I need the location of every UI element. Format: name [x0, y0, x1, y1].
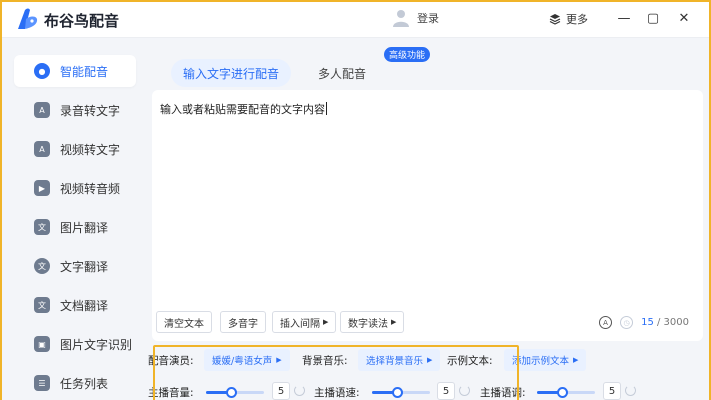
sidebar-item-audio-to-text[interactable]: A 录音转文字	[14, 94, 136, 126]
sample-label: 示例文本:	[447, 355, 493, 367]
char-count-max: / 3000	[657, 317, 689, 328]
tab-text-dub[interactable]: 输入文字进行配音	[171, 59, 292, 87]
maximize-icon: ▢	[646, 10, 660, 26]
video-to-audio-icon: ▶	[34, 180, 50, 196]
text-editor[interactable]: 输入或者粘贴需要配音的文字内容 清空文本 多音字 插入间隔 ▶ 数字读法 ▶ A…	[152, 90, 703, 341]
sidebar-item-label: 视频转音频	[60, 181, 121, 196]
text-caret	[326, 102, 327, 115]
reset-icon[interactable]	[459, 385, 470, 396]
pitch-label: 主播语调:	[480, 387, 526, 399]
a-circle-icon[interactable]: A	[599, 316, 612, 329]
maximize-button[interactable]: ▢	[645, 10, 661, 26]
pitch-slider-knob[interactable]	[557, 387, 568, 398]
sidebar-item-label: 文档翻译	[60, 298, 109, 313]
voice-select[interactable]: 媛媛/粤语女声 ▶	[204, 349, 290, 371]
sidebar-item-label: 录音转文字	[60, 103, 121, 118]
minimize-button[interactable]: —	[616, 10, 632, 26]
sidebar-item-label: 任务列表	[60, 376, 109, 391]
sample-select[interactable]: 添加示例文本 ▶	[504, 349, 587, 371]
sidebar-item-ocr[interactable]: ▣ 图片文字识别	[14, 328, 136, 360]
sidebar-item-label: 智能配音	[60, 64, 109, 79]
volume-value[interactable]: 5	[272, 382, 290, 400]
close-button[interactable]: ✕	[676, 10, 692, 26]
minimize-icon: —	[617, 10, 631, 26]
clear-text-button[interactable]: 清空文本	[156, 311, 212, 333]
char-counter: 15 / 3000	[641, 317, 689, 328]
caret-right-icon: ▶	[323, 318, 329, 326]
speed-value[interactable]: 5	[437, 382, 455, 400]
sidebar-item-label: 图片文字识别	[60, 337, 133, 352]
text-translate-icon: 文	[34, 258, 50, 274]
caret-right-icon: ▶	[573, 356, 579, 364]
layers-icon	[549, 14, 561, 25]
audio-settings-row: 主播音量: 5 主播语速: 5 主播语调: 5	[148, 381, 703, 400]
caret-right-icon: ▶	[276, 356, 282, 364]
login-button[interactable]: 登录	[393, 6, 439, 30]
title-bar: 布谷鸟配音 登录 更多 — ▢ ✕	[0, 0, 711, 38]
pitch-value[interactable]: 5	[603, 382, 621, 400]
char-count-current: 15	[641, 317, 654, 328]
voice-label: 配音演员:	[148, 355, 194, 367]
audio-to-text-icon: A	[34, 102, 50, 118]
more-label: 更多	[566, 13, 588, 26]
sidebar: ● 智能配音 A 录音转文字 A 视频转文字 ▶ 视频转音频 文 图片翻译 文 …	[0, 39, 142, 400]
number-reading-button[interactable]: 数字读法 ▶	[340, 311, 405, 333]
user-icon	[393, 10, 409, 27]
speed-slider[interactable]	[372, 387, 430, 398]
sidebar-item-smart-dub[interactable]: ● 智能配音	[14, 55, 136, 87]
sidebar-item-doc-translate[interactable]: 文 文档翻译	[14, 289, 136, 321]
volume-label: 主播音量:	[148, 387, 194, 399]
app-logo-icon	[18, 8, 38, 29]
sidebar-item-label: 图片翻译	[60, 220, 109, 235]
reset-icon[interactable]	[625, 385, 636, 396]
smart-dub-icon: ●	[34, 63, 50, 79]
task-list-icon: ☰	[34, 375, 50, 391]
sidebar-item-label: 文字翻译	[60, 259, 109, 274]
insert-pause-button[interactable]: 插入间隔 ▶	[272, 311, 337, 333]
image-translate-icon: 文	[34, 219, 50, 235]
login-label: 登录	[417, 12, 439, 25]
reset-icon[interactable]	[294, 385, 305, 396]
sidebar-item-text-translate[interactable]: 文 文字翻译	[14, 250, 136, 282]
sidebar-item-video-to-text[interactable]: A 视频转文字	[14, 133, 136, 165]
clock-circle-icon[interactable]: ◷	[620, 316, 633, 329]
sidebar-item-image-translate[interactable]: 文 图片翻译	[14, 211, 136, 243]
caret-right-icon: ▶	[391, 318, 397, 326]
polyphone-button[interactable]: 多音字	[220, 311, 266, 333]
tab-multi-voice[interactable]: 多人配音	[306, 59, 378, 87]
main-panel: 输入文字进行配音 多人配音 高级功能 输入或者粘贴需要配音的文字内容 清空文本 …	[148, 39, 703, 400]
ocr-icon: ▣	[34, 336, 50, 352]
sidebar-item-video-to-audio[interactable]: ▶ 视频转音频	[14, 172, 136, 204]
pitch-slider[interactable]	[537, 387, 595, 398]
app-title: 布谷鸟配音	[44, 12, 120, 30]
close-icon: ✕	[678, 10, 690, 26]
sidebar-item-task-list[interactable]: ☰ 任务列表	[14, 367, 136, 399]
bgm-label: 背景音乐:	[302, 355, 348, 367]
voice-settings-row: 配音演员: 媛媛/粤语女声 ▶ 背景音乐: 选择背景音乐 ▶ 示例文本: 添加示…	[148, 349, 703, 373]
more-button[interactable]: 更多	[549, 11, 588, 27]
editor-text[interactable]: 输入或者粘贴需要配音的文字内容	[160, 101, 327, 117]
video-to-text-icon: A	[34, 141, 50, 157]
bgm-select[interactable]: 选择背景音乐 ▶	[358, 349, 441, 371]
pro-feature-badge: 高级功能	[384, 47, 431, 62]
speed-label: 主播语速:	[314, 387, 360, 399]
sidebar-item-label: 视频转文字	[60, 142, 121, 157]
volume-slider[interactable]	[206, 387, 264, 398]
volume-slider-knob[interactable]	[226, 387, 237, 398]
speed-slider-knob[interactable]	[392, 387, 403, 398]
caret-right-icon: ▶	[427, 356, 433, 364]
doc-translate-icon: 文	[34, 297, 50, 313]
